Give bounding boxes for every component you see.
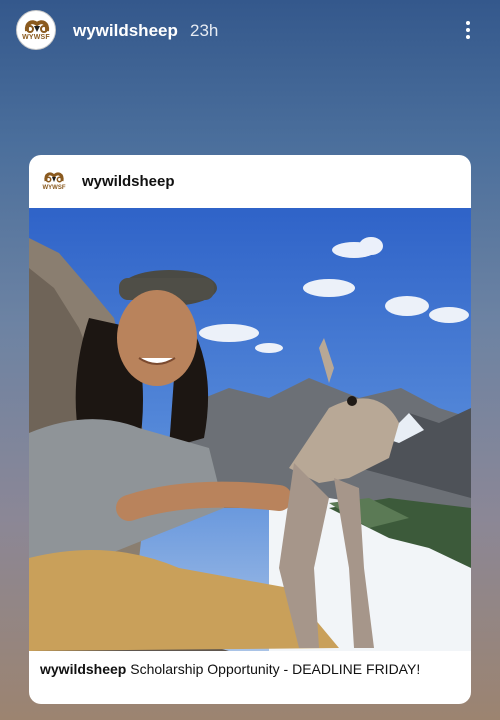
post-username[interactable]: wywildsheep (82, 173, 175, 190)
caption-text: Scholarship Opportunity - DEADLINE FRIDA… (130, 661, 421, 677)
photo-image (29, 208, 471, 651)
post-header: WYWSF wywildsheep (29, 155, 471, 208)
story-timestamp: 23h (190, 21, 219, 40)
post-avatar[interactable]: WYWSF (40, 167, 68, 195)
post-caption: wywildsheep Scholarship Opportunity - DE… (40, 661, 460, 677)
shared-post-card[interactable]: WYWSF wywildsheep wywildsheep Scholarshi… (29, 155, 471, 704)
story-username[interactable]: wywildsheep (73, 21, 178, 41)
story-header: WYWSF wywildsheep 23h (16, 10, 486, 52)
post-avatar-text: WYWSF (42, 185, 66, 191)
ram-logo-icon (24, 20, 50, 33)
post-photo[interactable] (29, 208, 471, 651)
caption-username[interactable]: wywildsheep (40, 661, 126, 677)
avatar-logo-text: WYWSF (22, 34, 50, 41)
more-options-icon[interactable] (460, 16, 476, 44)
profile-avatar[interactable]: WYWSF (16, 10, 56, 50)
